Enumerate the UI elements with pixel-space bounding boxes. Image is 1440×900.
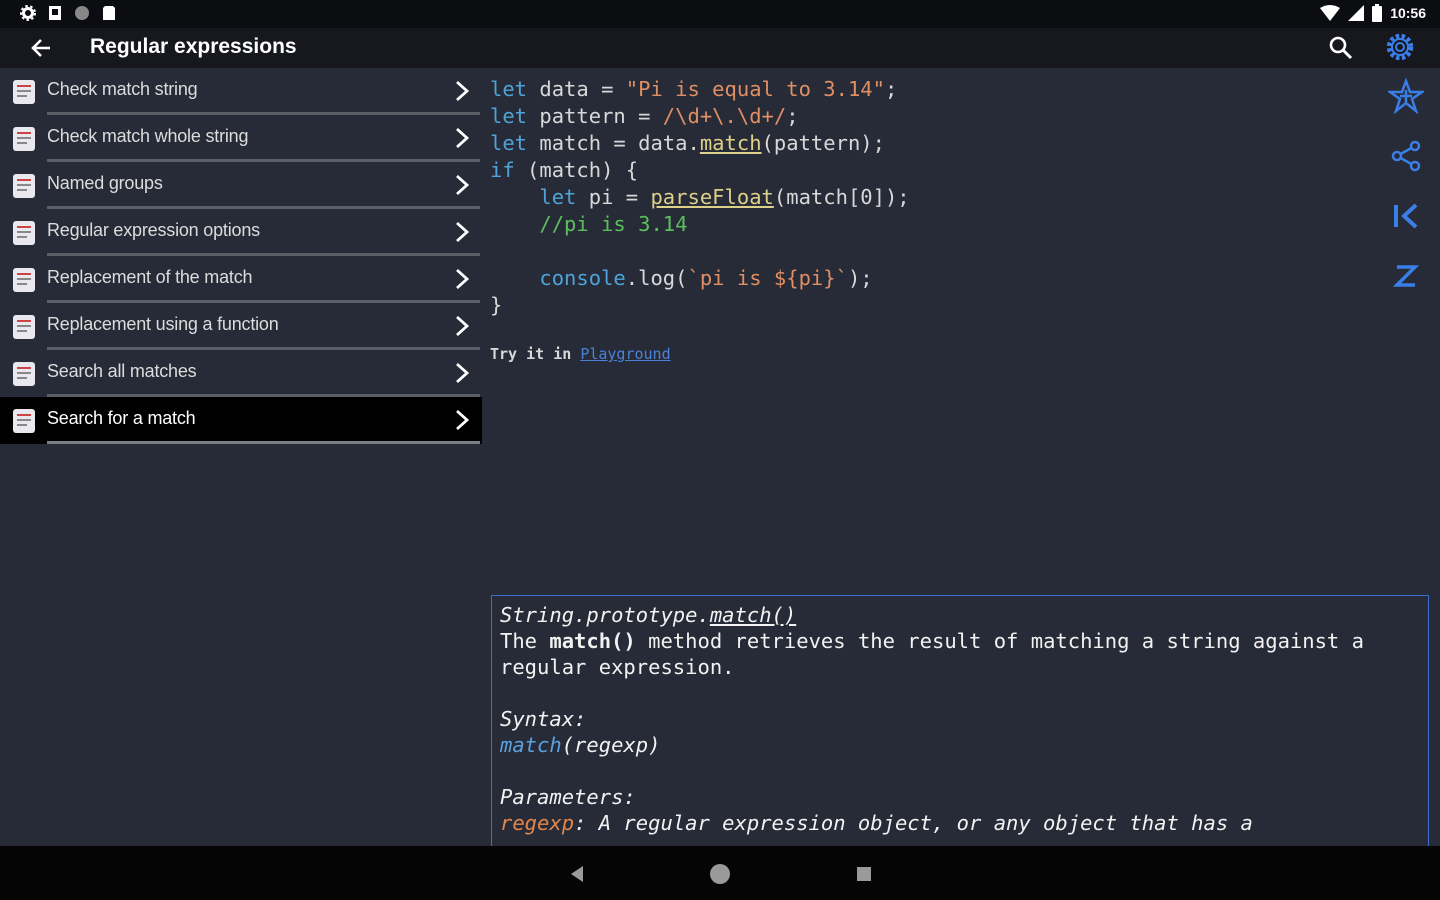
nav-recents-icon[interactable] (850, 860, 878, 888)
list-item-search-all-matches[interactable]: Search all matches (0, 350, 482, 397)
doc-syntax: match(regexp) (500, 733, 661, 757)
chevron-right-icon (456, 362, 470, 384)
chevron-right-icon (456, 268, 470, 290)
clipboard-icon (103, 6, 115, 20)
list-item-label: Search all matches (47, 361, 197, 381)
battery-icon (1372, 4, 1383, 22)
system-nav-bar (0, 846, 1440, 900)
document-icon (13, 315, 35, 339)
list-item-search-for-a-match[interactable]: Search for a match (0, 397, 482, 444)
chevron-right-icon (456, 174, 470, 196)
chevron-right-icon (456, 315, 470, 337)
document-icon (13, 268, 35, 292)
code-line-3: let match = data.match(pattern); (490, 131, 885, 155)
match-method-link[interactable]: match() (710, 603, 796, 627)
topic-list: Check match string Check match whole str… (0, 68, 482, 444)
app-bar: Regular expressions (0, 28, 1440, 68)
chevron-right-icon (456, 221, 470, 243)
code-line-4: if (match) { (490, 158, 639, 182)
first-page-icon[interactable] (1388, 198, 1424, 234)
parsefloat-function-link[interactable]: parseFloat (650, 185, 773, 209)
code-line-5: let pi = parseFloat(match[0]); (539, 185, 910, 209)
list-item-label: Replacement using a function (47, 314, 279, 334)
code-line-6: //pi is 3.14 (539, 212, 688, 236)
list-item-label: Search for a match (47, 408, 196, 428)
page-title: Regular expressions (90, 35, 297, 58)
documentation-panel: String.prototype.match() The match() met… (491, 595, 1429, 855)
doc-spacer (500, 758, 1420, 784)
code-line-8: } (490, 293, 503, 317)
code-line-1: let data = "Pi is equal to 3.14"; (490, 77, 898, 101)
code-sample: let data = "Pi is equal to 3.14"; let pa… (490, 76, 910, 319)
code-line-7: console.log(`pi is ${pi}`); (539, 266, 873, 290)
list-item-replacement-using-a-function[interactable]: Replacement using a function (0, 303, 482, 350)
doc-signature: String.prototype.match() (500, 603, 797, 627)
signal-icon (1348, 5, 1365, 21)
doc-spacer (500, 680, 1420, 706)
wifi-icon (1320, 5, 1341, 21)
chevron-right-icon (456, 80, 470, 102)
doc-param: regexp: A regular expression object, or … (500, 811, 1253, 835)
document-icon (13, 127, 35, 151)
share-icon[interactable] (1388, 138, 1424, 174)
list-item-regular-expression-options[interactable]: Regular expression options (0, 209, 482, 256)
z-icon[interactable] (1388, 258, 1424, 294)
status-bar: 10:56 (0, 0, 1440, 28)
try-it-line: Try it in Playground (490, 345, 671, 363)
arrow-back-icon[interactable] (28, 34, 56, 62)
document-icon (13, 221, 35, 245)
sd-card-icon (49, 6, 61, 20)
nav-home-icon[interactable] (706, 860, 734, 888)
list-item-label: Regular expression options (47, 220, 260, 240)
circle-status-icon (75, 6, 89, 20)
match-function-link[interactable]: match (700, 131, 762, 155)
document-icon (13, 362, 35, 386)
gear-icon[interactable] (1384, 31, 1416, 63)
document-icon (13, 174, 35, 198)
search-icon[interactable] (1328, 35, 1354, 61)
doc-intro: The match() method retrieves the result … (500, 629, 1364, 679)
star-icon[interactable] (1386, 77, 1426, 115)
document-icon (13, 409, 35, 433)
list-item-named-groups[interactable]: Named groups (0, 162, 482, 209)
divider (47, 441, 480, 444)
code-line-2: let pattern = /\d+\.\d+/; (490, 104, 799, 128)
playground-link[interactable]: Playground (580, 345, 670, 363)
clock: 10:56 (1390, 5, 1426, 21)
list-item-replacement-of-the-match[interactable]: Replacement of the match (0, 256, 482, 303)
action-rail (1386, 77, 1428, 318)
gear-small-icon (20, 5, 36, 21)
list-item-label: Replacement of the match (47, 267, 253, 287)
chevron-right-icon (456, 127, 470, 149)
list-item-label: Named groups (47, 173, 163, 193)
doc-params-label: Parameters: (500, 785, 636, 809)
doc-syntax-label: Syntax: (500, 707, 587, 731)
list-item-check-match-string[interactable]: Check match string (0, 68, 482, 115)
chevron-right-icon (456, 409, 470, 431)
document-icon (13, 80, 35, 104)
list-item-label: Check match whole string (47, 126, 249, 146)
list-item-check-match-whole-string[interactable]: Check match whole string (0, 115, 482, 162)
nav-back-icon[interactable] (563, 860, 591, 888)
list-item-label: Check match string (47, 79, 198, 99)
